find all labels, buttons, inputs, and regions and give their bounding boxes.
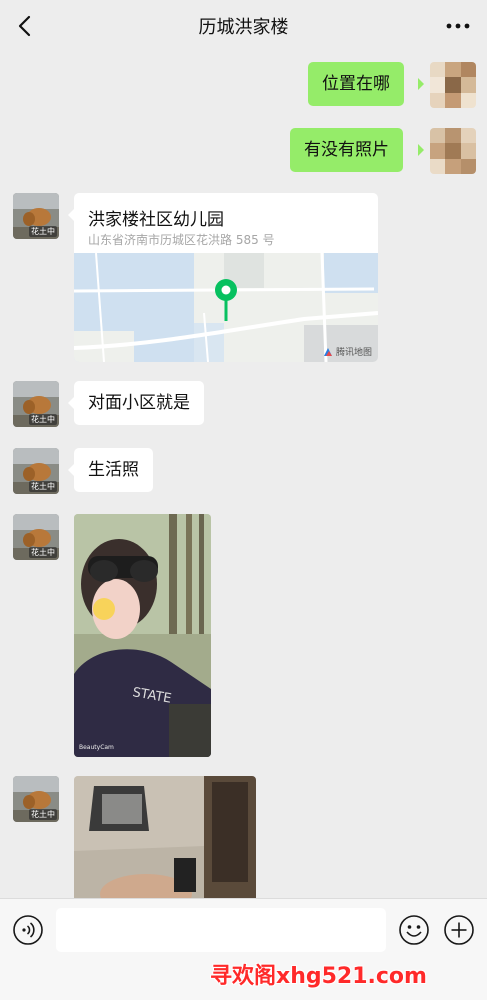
plus-icon[interactable]	[443, 914, 475, 946]
avatar-badge: 花土中	[29, 414, 57, 425]
avatar-badge: 花土中	[29, 809, 57, 820]
avatar-contact[interactable]: 花土中	[13, 448, 59, 494]
bubble-tail	[418, 144, 424, 156]
image-message-selfie[interactable]: STATE BeautyCam	[74, 514, 211, 757]
location-name: 洪家楼社区幼儿园	[88, 210, 224, 230]
avatar-badge: 花土中	[29, 226, 57, 237]
chat-title: 历城洪家楼	[198, 17, 289, 38]
voice-icon[interactable]	[12, 914, 44, 946]
message-bubble-sent[interactable]: 有没有照片	[290, 128, 403, 172]
avatar-badge: 花土中	[29, 481, 57, 492]
image-caption: BeautyCam	[79, 744, 114, 751]
message-text: 对面小区就是	[88, 393, 190, 413]
location-card[interactable]: 洪家楼社区幼儿园 山东省济南市历城区花洪路 585 号 腾讯地图	[74, 193, 378, 362]
map-logo-icon	[323, 347, 332, 356]
image-message-room[interactable]	[74, 776, 256, 898]
chat-header: 历城洪家楼	[0, 0, 487, 52]
map-credit: 腾讯地图	[323, 345, 372, 358]
message-input[interactable]	[56, 908, 386, 952]
message-text: 位置在哪	[322, 74, 390, 94]
message-bubble-received[interactable]: 生活照	[74, 448, 153, 492]
more-dots-icon[interactable]	[443, 12, 473, 40]
back-chevron-icon[interactable]	[12, 12, 40, 40]
message-bubble-sent[interactable]: 位置在哪	[308, 62, 404, 106]
map-credit-text: 腾讯地图	[335, 348, 372, 358]
avatar-contact[interactable]: 花土中	[13, 514, 59, 560]
avatar-contact[interactable]: 花土中	[13, 381, 59, 427]
message-text: 生活照	[88, 460, 139, 480]
emoji-icon[interactable]	[398, 914, 430, 946]
avatar-contact[interactable]: 花土中	[13, 193, 59, 239]
avatar-self[interactable]	[430, 62, 476, 108]
message-bubble-received[interactable]: 对面小区就是	[74, 381, 204, 425]
watermark-text: 寻欢阁xhg521.com	[210, 964, 427, 989]
location-address: 山东省济南市历城区花洪路 585 号	[88, 233, 275, 247]
bubble-tail	[418, 78, 424, 90]
avatar-contact[interactable]: 花土中	[13, 776, 59, 822]
message-text: 有没有照片	[304, 140, 389, 160]
avatar-self[interactable]	[430, 128, 476, 174]
avatar-badge: 花土中	[29, 547, 57, 558]
